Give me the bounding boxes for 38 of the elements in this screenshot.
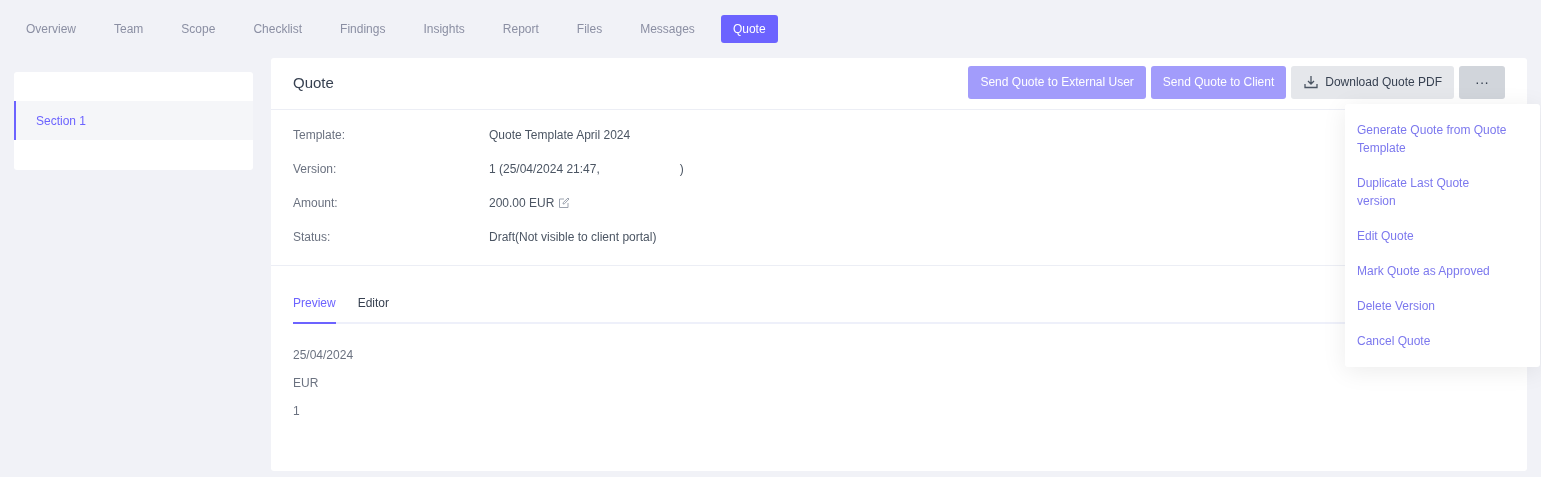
nav-tab[interactable]: Report (490, 15, 551, 43)
nav-tab[interactable]: Overview (14, 15, 88, 43)
card-title: Quote (293, 73, 334, 94)
preview-text: EUR (293, 375, 320, 390)
menu-item[interactable]: Cancel Quote (1357, 332, 1507, 350)
edit-icon[interactable] (558, 196, 571, 209)
nav-tab[interactable]: Messages (628, 15, 707, 43)
view-tab[interactable]: Preview (293, 294, 336, 324)
nav-tab[interactable]: Checklist (241, 15, 315, 43)
field-value: Quote Template April 2024 (489, 126, 631, 144)
nav-tab[interactable]: Team (102, 15, 156, 43)
nav-tab[interactable]: Insights (411, 15, 477, 43)
nav-tab[interactable]: Findings (328, 15, 398, 43)
menu-item[interactable]: Delete Version (1357, 297, 1507, 315)
field-label: Status: (293, 228, 332, 246)
field-value: 200.00 EUR (489, 194, 555, 212)
sidebar-item[interactable]: Section 1 (14, 101, 253, 140)
download-icon (1303, 74, 1320, 90)
field-value: Draft(Not visible to client portal) (489, 228, 657, 246)
nav-tab[interactable]: Scope (169, 15, 228, 43)
field-label: Version: (293, 160, 338, 178)
more-button[interactable]: ··· (1459, 65, 1505, 99)
preview-text: 1 (293, 403, 301, 418)
download-button[interactable]: Download Quote PDF (1291, 65, 1454, 99)
action-button[interactable]: Send Quote to External User (968, 65, 1146, 99)
nav-tab[interactable]: Quote (720, 15, 778, 43)
menu-item[interactable]: Duplicate Last Quote version (1357, 174, 1507, 210)
nav-tab[interactable]: Files (564, 15, 615, 43)
menu-item[interactable]: Mark Quote as Approved (1357, 262, 1507, 280)
preview-text: 25/04/2024 (293, 347, 355, 362)
menu-item[interactable]: Edit Quote (1357, 227, 1507, 245)
field-value: ) (679, 160, 684, 178)
menu-item[interactable]: Generate Quote from Quote Template (1357, 121, 1507, 157)
view-tab[interactable]: Editor (357, 294, 390, 322)
field-label: Amount: (293, 194, 339, 212)
field-value: 1 (25/04/2024 21:47, (489, 160, 600, 178)
field-label: Template: (293, 126, 347, 144)
action-button[interactable]: Send Quote to Client (1150, 65, 1287, 99)
